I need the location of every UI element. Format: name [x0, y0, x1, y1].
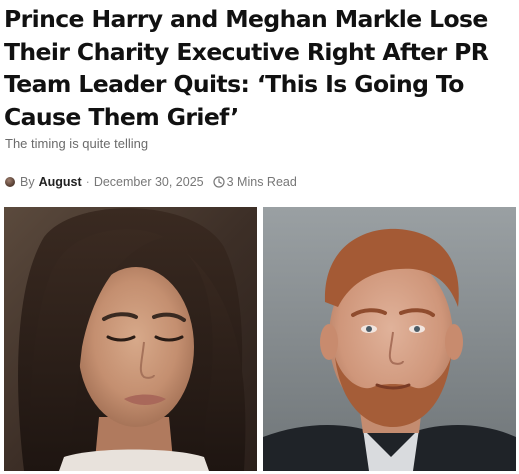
article-hero-images — [4, 207, 516, 471]
article-headline: Prince Harry and Meghan Markle Lose Thei… — [4, 5, 489, 131]
read-time: 3 Mins Read — [226, 175, 297, 189]
author-link[interactable]: August — [39, 175, 82, 189]
publish-date: December 30, 2025 — [93, 175, 204, 189]
photo-meghan-markle — [4, 207, 257, 471]
author-avatar-icon[interactable] — [5, 177, 15, 187]
article-meta: By August · December 30, 2025 3 Mins Rea… — [5, 174, 297, 190]
meta-separator: · — [85, 175, 90, 189]
by-label: By — [20, 175, 35, 189]
clock-icon — [213, 176, 225, 188]
article-subtitle: The timing is quite telling — [5, 136, 149, 151]
photo-prince-harry — [263, 207, 516, 471]
